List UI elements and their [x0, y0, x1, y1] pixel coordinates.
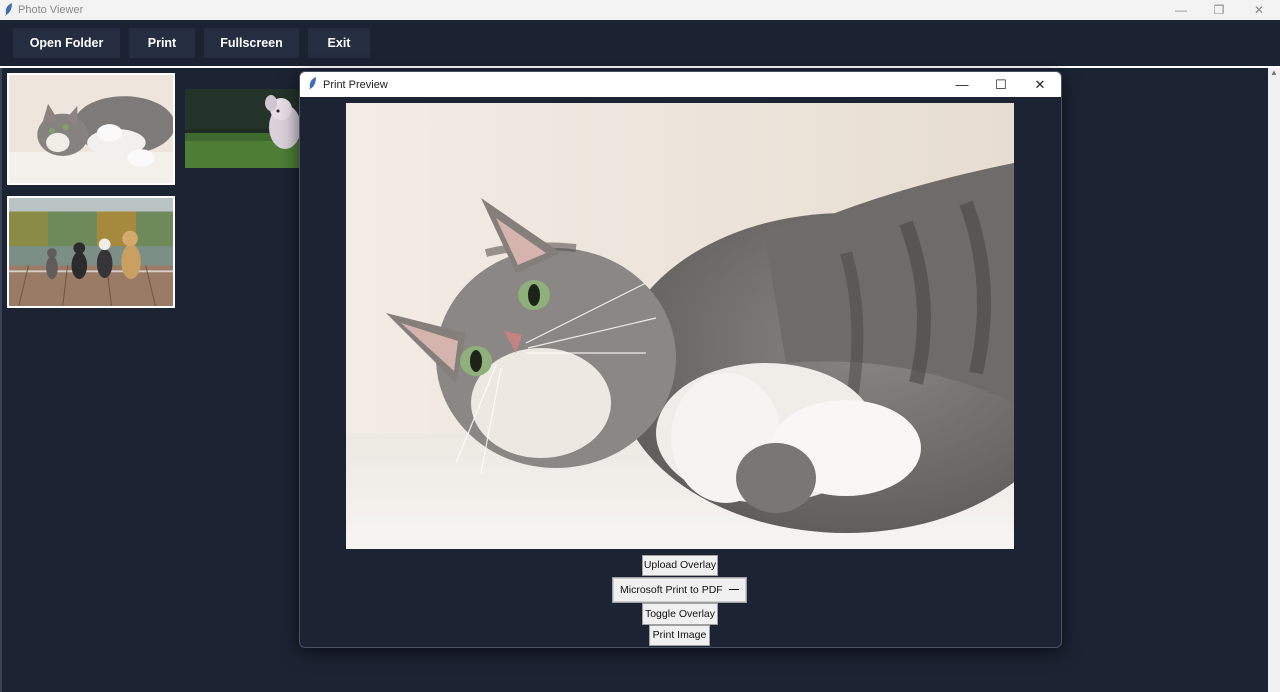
close-button[interactable]: ✕: [1241, 0, 1277, 20]
window-title: Photo Viewer: [18, 4, 84, 16]
restore-button[interactable]: ❐: [1201, 0, 1237, 20]
thumbnail-dog[interactable]: [185, 89, 301, 168]
thumbnail-cat[interactable]: [7, 73, 175, 185]
print-button[interactable]: Print: [129, 28, 195, 58]
window-titlebar: Photo Viewer — ❐ ✕: [0, 0, 1280, 20]
dialog-close-button[interactable]: ✕: [1021, 72, 1059, 97]
thumbnail-dogs[interactable]: [7, 196, 175, 308]
dialog-titlebar[interactable]: Print Preview — ☐ ✕: [300, 72, 1061, 97]
fullscreen-button[interactable]: Fullscreen: [204, 28, 299, 58]
print-preview-image: [346, 103, 1014, 549]
dialog-title: Print Preview: [323, 79, 388, 91]
toolbar: Open Folder Print Fullscreen Exit: [0, 20, 1280, 68]
exit-button[interactable]: Exit: [308, 28, 370, 58]
vertical-scrollbar[interactable]: ▲: [1268, 68, 1280, 692]
feather-icon: [308, 77, 318, 93]
toggle-overlay-button[interactable]: Toggle Overlay: [642, 603, 718, 625]
print-preview-dialog: Print Preview — ☐ ✕ Upload Overlay Micro…: [299, 71, 1062, 648]
printer-select-value: Microsoft Print to PDF: [620, 584, 723, 596]
printer-select[interactable]: Microsoft Print to PDF ⎯⎯: [612, 577, 747, 603]
dropdown-indicator-icon: ⎯⎯: [729, 584, 739, 595]
minimize-button[interactable]: —: [1163, 0, 1199, 20]
dialog-minimize-button[interactable]: —: [943, 72, 981, 97]
open-folder-button[interactable]: Open Folder: [13, 28, 120, 58]
upload-overlay-button[interactable]: Upload Overlay: [642, 555, 718, 576]
dialog-maximize-button[interactable]: ☐: [982, 72, 1020, 97]
feather-icon: [4, 3, 14, 19]
scroll-up-icon[interactable]: ▲: [1270, 68, 1278, 77]
print-image-button[interactable]: Print Image: [649, 625, 710, 646]
